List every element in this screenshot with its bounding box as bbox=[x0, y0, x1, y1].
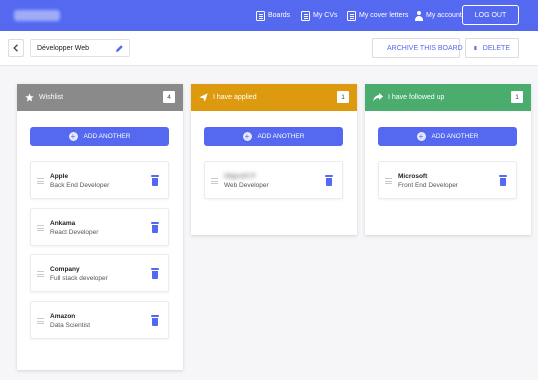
add-another-label: ADD ANOTHER bbox=[431, 133, 479, 140]
column-title: Wishlist bbox=[39, 94, 64, 101]
job-role: Data Scientist bbox=[50, 322, 91, 329]
trash-icon[interactable] bbox=[151, 268, 159, 279]
job-card[interactable]: Company Full stack developer bbox=[30, 254, 169, 292]
star-icon bbox=[25, 93, 34, 102]
nav-my-cvs-label: My CVs bbox=[313, 12, 338, 19]
board-toolbar: Développer Web ARCHIVE THIS BOARD DELETE bbox=[0, 31, 538, 66]
job-card[interactable]: Amazon Data Scientist bbox=[30, 301, 169, 339]
column-count-badge: 4 bbox=[163, 91, 175, 103]
trash-icon[interactable] bbox=[325, 175, 333, 186]
boards-icon bbox=[256, 10, 265, 21]
cv-icon bbox=[301, 10, 310, 21]
drag-handle-icon[interactable] bbox=[211, 178, 218, 184]
drag-handle-icon[interactable] bbox=[385, 178, 392, 184]
board-name-field[interactable]: Développer Web bbox=[30, 39, 130, 57]
job-company: Objectif IT bbox=[224, 173, 256, 180]
job-role: Front End Developer bbox=[398, 182, 458, 189]
plus-icon: + bbox=[416, 132, 426, 141]
cover-letter-icon bbox=[347, 10, 356, 21]
job-card[interactable]: Microsoft Front End Developer bbox=[378, 161, 517, 199]
job-role: Back End Developer bbox=[50, 182, 110, 189]
add-another-button[interactable]: + ADD ANOTHER bbox=[204, 127, 343, 146]
column-followed-up-header: I have followed up 1 bbox=[365, 84, 531, 111]
delete-board-button[interactable]: DELETE bbox=[465, 38, 519, 58]
nav-boards[interactable]: Boards bbox=[256, 9, 290, 22]
share-arrow-icon bbox=[373, 93, 383, 102]
job-company: Amazon bbox=[50, 313, 76, 320]
add-another-button[interactable]: + ADD ANOTHER bbox=[378, 127, 517, 146]
job-card[interactable]: Ankama React Developer bbox=[30, 208, 169, 246]
nav-my-account[interactable]: My account bbox=[414, 9, 462, 22]
trash-icon bbox=[474, 46, 477, 50]
back-button[interactable] bbox=[8, 39, 24, 57]
column-applied-header: I have applied 1 bbox=[191, 84, 357, 111]
job-company: Ankama bbox=[50, 220, 76, 227]
nav-cover-letters-label: My cover letters bbox=[359, 12, 409, 19]
column-applied: I have applied 1 + ADD ANOTHER Objectif … bbox=[191, 84, 357, 235]
job-role: Full stack developer bbox=[50, 275, 108, 282]
chevron-left-icon bbox=[13, 44, 18, 52]
job-card[interactable]: Apple Back End Developer bbox=[30, 161, 169, 199]
trash-icon[interactable] bbox=[499, 175, 507, 186]
delete-board-label: DELETE bbox=[482, 44, 510, 52]
nav-cover-letters[interactable]: My cover letters bbox=[347, 9, 408, 22]
job-company: Microsoft bbox=[398, 173, 428, 180]
column-wishlist-header: Wishlist 4 bbox=[17, 84, 183, 111]
job-role: Web Developer bbox=[224, 182, 269, 189]
column-title: I have applied bbox=[213, 94, 257, 101]
add-another-label: ADD ANOTHER bbox=[257, 133, 305, 140]
job-role: React Developer bbox=[50, 229, 99, 236]
add-another-button[interactable]: + ADD ANOTHER bbox=[30, 127, 169, 146]
trash-icon[interactable] bbox=[151, 315, 159, 326]
column-followed-up: I have followed up 1 + ADD ANOTHER Micro… bbox=[365, 84, 531, 235]
app-logo[interactable] bbox=[14, 10, 60, 21]
nav-my-account-label: My account bbox=[426, 12, 462, 19]
column-wishlist: Wishlist 4 + ADD ANOTHER Apple Back End … bbox=[17, 84, 183, 370]
nav-boards-label: Boards bbox=[268, 12, 291, 19]
board-name-text: Développer Web bbox=[37, 44, 90, 52]
job-company: Apple bbox=[50, 173, 69, 180]
nav-my-cvs[interactable]: My CVs bbox=[301, 9, 338, 22]
paper-plane-icon bbox=[199, 93, 208, 102]
archive-board-button[interactable]: ARCHIVE THIS BOARD bbox=[372, 38, 463, 58]
column-count-badge: 1 bbox=[511, 91, 523, 103]
pencil-icon[interactable] bbox=[115, 44, 124, 53]
job-company: Company bbox=[50, 266, 80, 273]
drag-handle-icon[interactable] bbox=[37, 318, 44, 324]
plus-icon: + bbox=[68, 132, 78, 141]
drag-handle-icon[interactable] bbox=[37, 178, 44, 184]
drag-handle-icon[interactable] bbox=[37, 225, 44, 231]
trash-icon[interactable] bbox=[151, 222, 159, 233]
column-title: I have followed up bbox=[388, 94, 445, 101]
trash-icon[interactable] bbox=[151, 175, 159, 186]
drag-handle-icon[interactable] bbox=[37, 271, 44, 277]
add-another-label: ADD ANOTHER bbox=[83, 133, 131, 140]
user-icon bbox=[414, 10, 423, 21]
plus-icon: + bbox=[242, 132, 252, 141]
top-navbar: Boards My CVs My cover letters My accoun… bbox=[0, 0, 538, 31]
archive-board-label: ARCHIVE THIS BOARD bbox=[387, 44, 463, 52]
logout-button[interactable]: LOG OUT bbox=[462, 5, 519, 25]
job-card[interactable]: Objectif IT Web Developer bbox=[204, 161, 343, 199]
column-count-badge: 1 bbox=[337, 91, 349, 103]
